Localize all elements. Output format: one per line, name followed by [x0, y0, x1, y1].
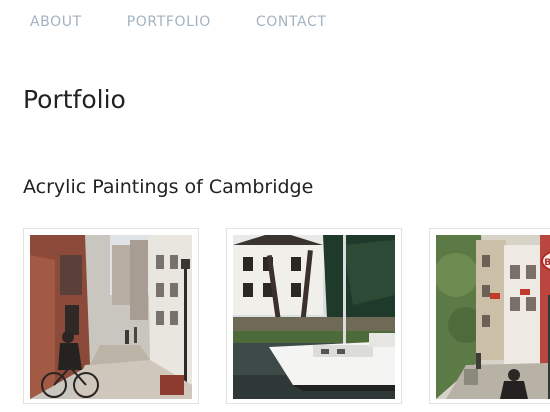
nav-about-link[interactable]: ABOUT — [30, 14, 82, 30]
portfolio-page: ABOUT PORTFOLIO CONTACT Portfolio Acryli… — [0, 0, 550, 412]
painting-bookshop-street-image: BOOKS — [436, 235, 550, 399]
painting-river-boat-image — [233, 235, 395, 399]
page-title: Portfolio — [23, 85, 126, 114]
svg-text:BOOKS: BOOKS — [544, 258, 550, 268]
gallery-section-title: Acrylic Paintings of Cambridge — [23, 176, 314, 198]
top-navigation: ABOUT PORTFOLIO CONTACT — [30, 14, 372, 30]
painting-thumbnail-street-cyclist[interactable] — [23, 228, 199, 404]
painting-thumbnail-river-boat[interactable] — [226, 228, 402, 404]
nav-contact-link[interactable]: CONTACT — [256, 14, 327, 30]
painting-thumbnail-bookshop-street[interactable]: BOOKS — [429, 228, 550, 404]
painting-street-cyclist-image — [30, 235, 192, 399]
nav-portfolio-link[interactable]: PORTFOLIO — [127, 14, 211, 30]
